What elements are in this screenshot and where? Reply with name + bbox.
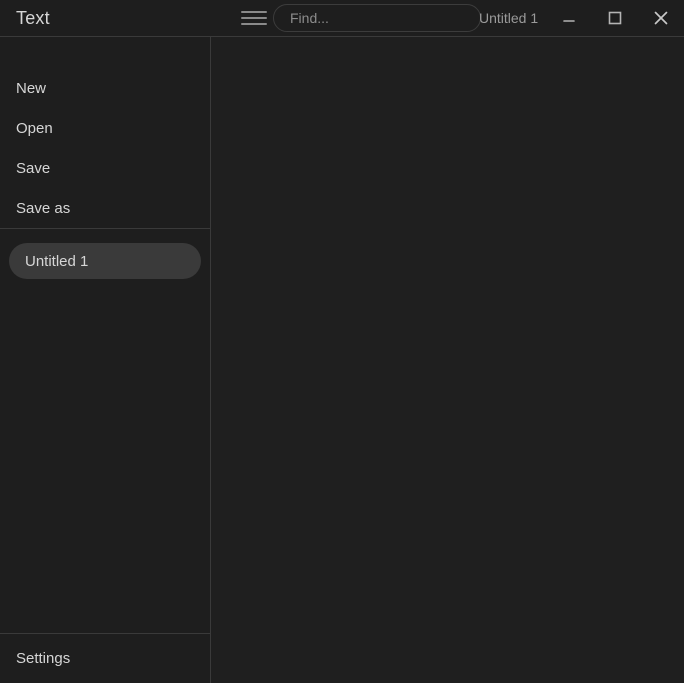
sidebar-item-open[interactable]: Open [0,108,210,148]
sidebar-item-label: Open [16,119,53,137]
editor-text-area[interactable] [211,37,684,683]
document-list-item-label: Untitled 1 [25,252,89,270]
sidebar-settings-section: Settings [0,634,210,683]
sidebar-document-list: Untitled 1 [0,229,210,633]
sidebar-item-settings[interactable]: Settings [0,634,210,683]
document-list-item[interactable]: Untitled 1 [9,243,201,279]
titlebar: Text Untitled 1 [0,0,684,37]
sidebar-item-save[interactable]: Save [0,148,210,188]
maximize-button[interactable] [592,0,638,37]
text-editor-window: Text Untitled 1 [0,0,684,683]
sidebar-file-menu: New Open Save Save as [0,37,210,228]
app-title: Text [16,8,50,28]
titlebar-right-region: Untitled 1 [211,0,684,36]
sidebar-item-label: New [16,79,47,97]
sidebar-item-label: Settings [16,650,71,667]
sidebar: New Open Save Save as Untitled 1 Setting… [0,37,211,683]
hamburger-bar-3 [241,23,267,25]
hamburger-menu-icon[interactable] [241,9,267,27]
main-body: New Open Save Save as Untitled 1 Setting… [0,37,684,683]
sidebar-item-new[interactable]: New [0,68,210,108]
maximize-icon [608,11,622,25]
sidebar-item-label: Save as [16,199,71,217]
close-button[interactable] [638,0,684,37]
minimize-icon [563,20,575,22]
hamburger-bar-2 [241,17,267,19]
sidebar-item-save-as[interactable]: Save as [0,188,210,228]
window-controls [546,0,684,36]
document-title: Untitled 1 [479,10,539,26]
sidebar-item-label: Save [16,159,51,177]
hamburger-bar-1 [241,11,267,13]
find-input[interactable] [273,4,481,32]
close-icon [654,11,668,25]
minimize-button[interactable] [546,0,592,37]
